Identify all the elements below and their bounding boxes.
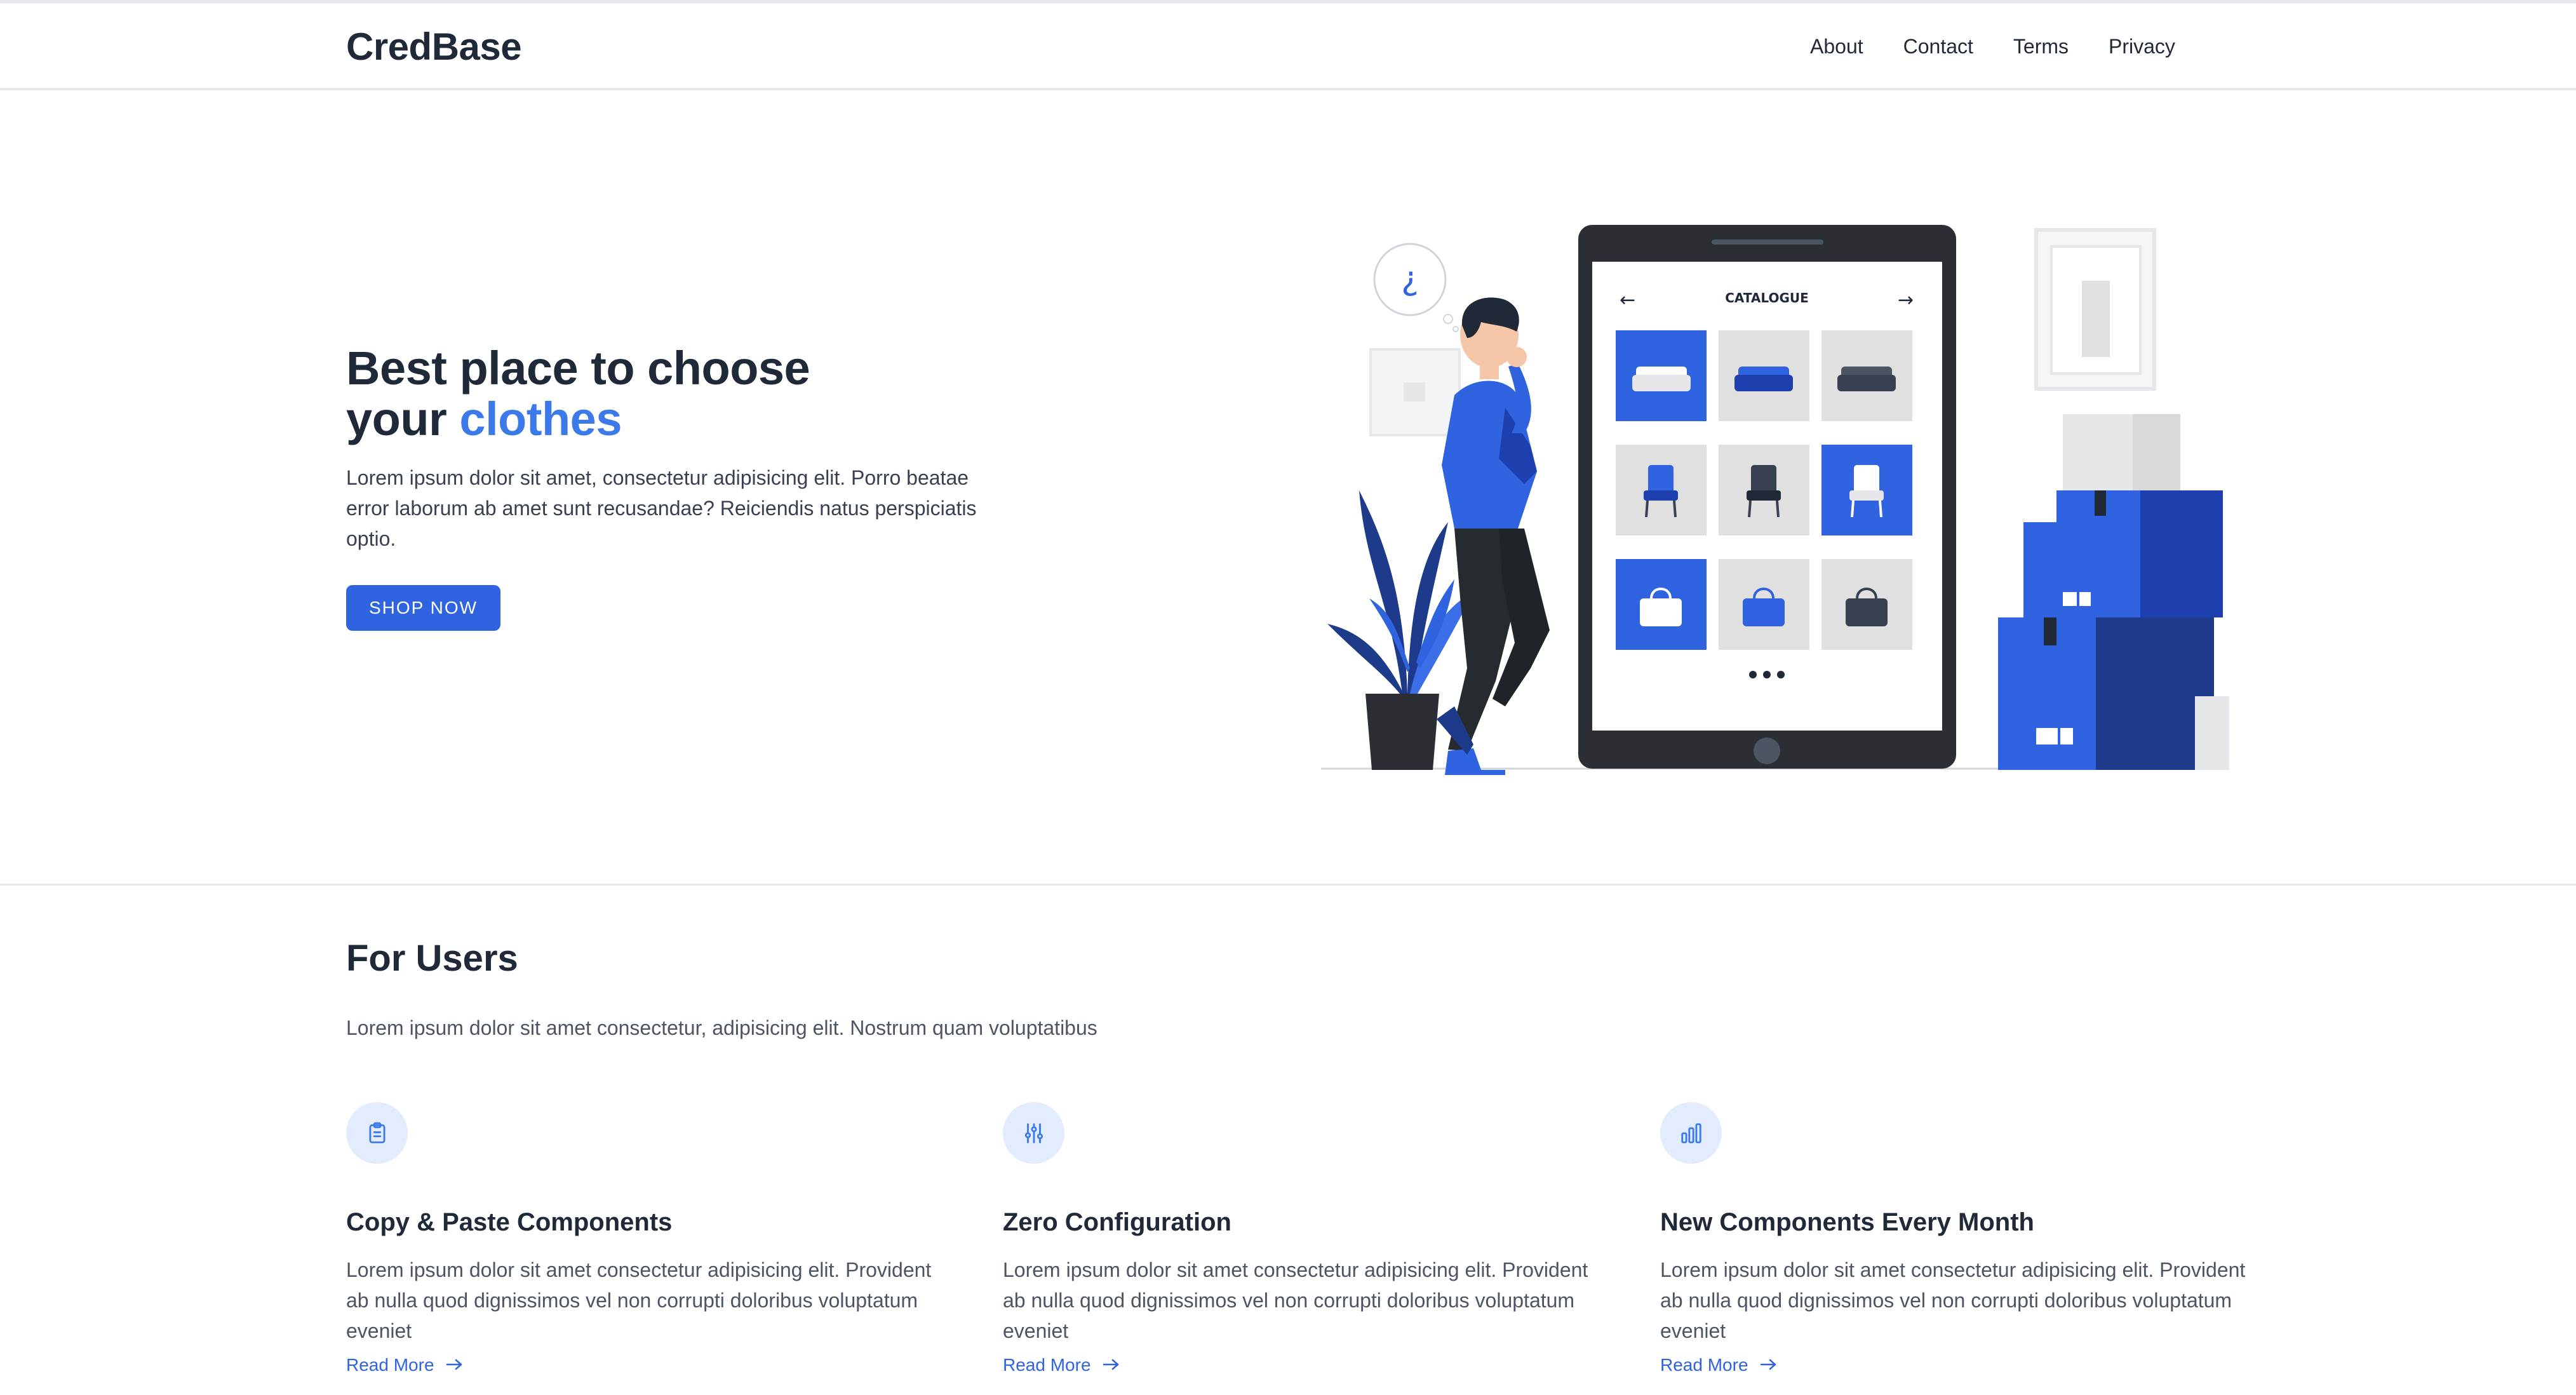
feature-title: New Components Every Month: [1660, 1208, 2034, 1236]
hero-section: Best place to choose your clothes Lorem …: [0, 90, 2576, 884]
feature-description: Lorem ipsum dolor sit amet consectetur a…: [346, 1258, 932, 1342]
brand-logo[interactable]: CredBase: [346, 25, 522, 69]
feature-title: Copy & Paste Components: [346, 1208, 673, 1236]
feature-card-new-components: New Components Every Month Lorem ipsum d…: [1660, 1102, 2270, 1375]
feature-title: Zero Configuration: [1003, 1208, 1231, 1236]
section-divider: [0, 884, 2576, 886]
hero-title: Best place to choose your clothes: [346, 343, 1045, 445]
svg-text:←: ←: [1620, 289, 1635, 311]
hero-title-accent: clothes: [459, 393, 622, 445]
tablet-screen-title: CATALOGUE: [1725, 290, 1809, 306]
arrow-right-icon: [446, 1355, 464, 1375]
sliders-icon: [1003, 1102, 1064, 1164]
feature-description: Lorem ipsum dolor sit amet consectetur a…: [1660, 1258, 2246, 1342]
hero-title-line2: your: [346, 393, 460, 445]
section-title: For Users: [346, 938, 518, 979]
clipboard-icon: [346, 1102, 408, 1164]
section-subtitle: Lorem ipsum dolor sit amet consectetur, …: [346, 1016, 1097, 1039]
feature-description: Lorem ipsum dolor sit amet consectetur a…: [1003, 1258, 1588, 1342]
shop-now-button[interactable]: SHOP NOW: [346, 585, 500, 631]
thought-glyph: ¿: [1401, 260, 1419, 298]
hero-illustration: ¿ ← → CATALOGUE: [1321, 225, 2229, 775]
hero-title-line1: Best place to choose: [346, 342, 810, 394]
hero-description: Lorem ipsum dolor sit amet, consectetur …: [346, 466, 977, 550]
nav-links: About Contact Terms Privacy: [1810, 35, 2175, 58]
read-more-label: Read More: [1660, 1355, 1748, 1375]
bar-chart-icon: [1660, 1102, 1722, 1164]
read-more-label: Read More: [346, 1355, 434, 1375]
nav-link-terms[interactable]: Terms: [2013, 35, 2069, 58]
feature-card-copy-paste: Copy & Paste Components Lorem ipsum dolo…: [346, 1102, 956, 1375]
read-more-link[interactable]: Read More: [346, 1355, 464, 1375]
nav-link-privacy[interactable]: Privacy: [2109, 35, 2175, 58]
navbar: CredBase About Contact Terms Privacy: [0, 3, 2576, 90]
read-more-link[interactable]: Read More: [1003, 1355, 1120, 1375]
arrow-right-icon: [1103, 1355, 1120, 1375]
arrow-right-icon: [1760, 1355, 1778, 1375]
read-more-link[interactable]: Read More: [1660, 1355, 1778, 1375]
nav-link-about[interactable]: About: [1810, 35, 1863, 58]
feature-card-zero-config: Zero Configuration Lorem ipsum dolor sit…: [1003, 1102, 1613, 1375]
nav-link-contact[interactable]: Contact: [1903, 35, 1973, 58]
read-more-label: Read More: [1003, 1355, 1091, 1375]
svg-text:→: →: [1898, 289, 1914, 311]
